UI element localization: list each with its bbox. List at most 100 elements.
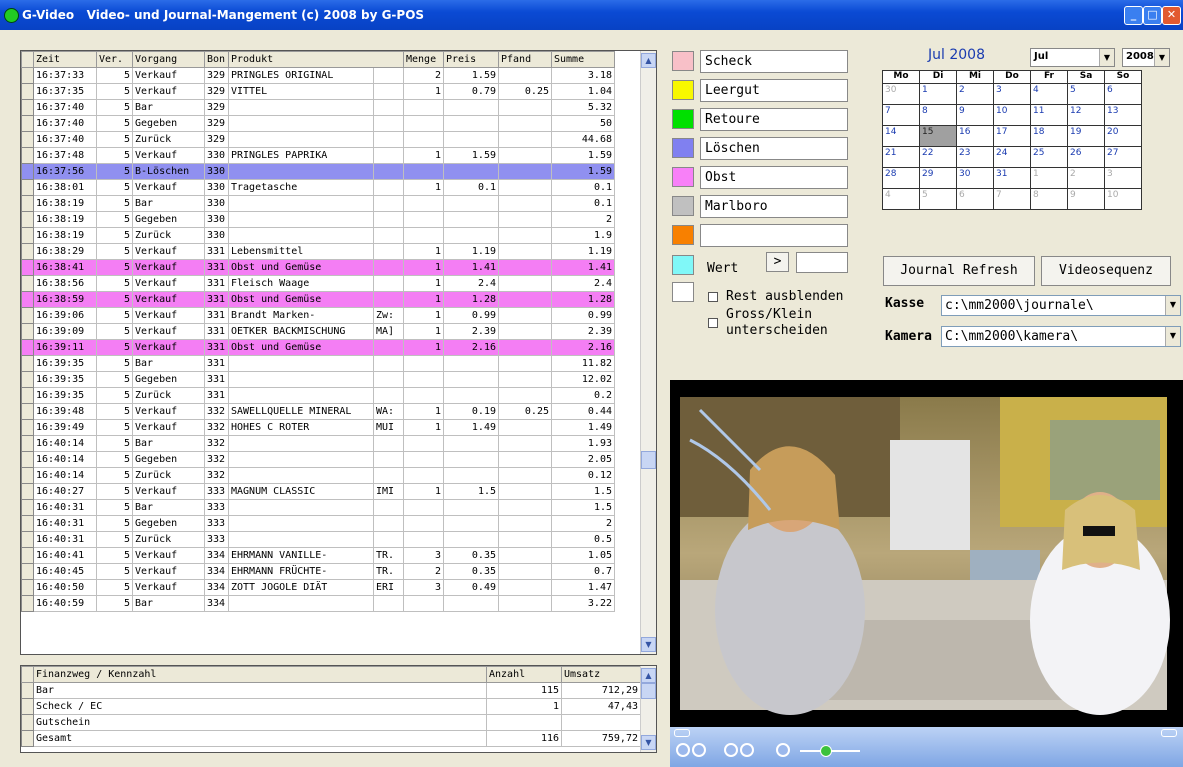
table-row[interactable]: 16:38:01 5 Verkauf 330 Tragetasche 1 0.1 0.1 (21, 179, 615, 196)
calendar-day[interactable]: 17 (993, 125, 1031, 147)
filter-color-swatch[interactable] (672, 51, 694, 71)
kamera-path-combo[interactable]: C:\mm2000\kamera\ ▼ (941, 326, 1181, 347)
table-row[interactable]: 16:40:50 5 Verkauf 334 ZOTT JOGOLE DIÄT ERI 3 0… (21, 579, 615, 596)
scroll-down-icon[interactable]: ▼ (641, 637, 656, 652)
table-row[interactable]: 16:40:14 5 Bar 332 1.93 (21, 435, 615, 452)
filter-field[interactable]: Marlboro (700, 195, 848, 218)
calendar-day[interactable]: 31 (993, 167, 1031, 189)
summary-row[interactable]: Gutschein (21, 714, 641, 731)
col-vorgang[interactable]: Vorgang (132, 51, 205, 68)
minimize-button[interactable]: _ (1124, 6, 1143, 25)
table-row[interactable]: 16:37:33 5 Verkauf 329 PRINGLES ORIGINAL 2 1.5… (21, 67, 615, 84)
calendar-day[interactable]: 24 (993, 146, 1031, 168)
seek-start-handle[interactable] (674, 729, 690, 737)
calendar-grid[interactable]: Mo Di Mi Do Fr Sa So 30 1 2 3 4 5 6 7 8 9 10 11 12 13 14 15 16 1… (882, 70, 1142, 210)
wert-compare-button[interactable]: > (766, 252, 789, 272)
table-row[interactable]: 16:40:31 5 Zurück 333 0.5 (21, 531, 615, 548)
chevron-down-icon[interactable]: ▼ (1165, 327, 1180, 346)
calendar-day[interactable]: 16 (956, 125, 994, 147)
table-row[interactable]: 16:39:48 5 Verkauf 332 SAWELLQUELLE MINERAL W… (21, 403, 615, 420)
calendar-day[interactable]: 5 (919, 188, 957, 210)
calendar-day[interactable]: 20 (1104, 125, 1142, 147)
table-row[interactable]: 16:37:40 5 Gegeben 329 50 (21, 115, 615, 132)
scroll-thumb[interactable] (641, 451, 656, 469)
summary-row[interactable]: Bar 115 712,29 (21, 682, 641, 699)
table-row[interactable]: 16:38:19 5 Gegeben 330 2 (21, 211, 615, 228)
journal-refresh-button[interactable]: Journal Refresh (883, 256, 1035, 286)
calendar-day[interactable]: 18 (1030, 125, 1068, 147)
year-select[interactable]: 2008 ▼ (1122, 48, 1170, 67)
filter-field[interactable]: Leergut (700, 79, 848, 102)
journal-scrollbar[interactable]: ▲ ▼ (640, 51, 656, 654)
table-row[interactable]: 16:40:14 5 Gegeben 332 2.05 (21, 451, 615, 468)
filter-field[interactable]: Scheck (700, 50, 848, 73)
calendar-day[interactable]: 10 (993, 104, 1031, 126)
table-row[interactable]: 16:39:35 5 Bar 331 11.82 (21, 355, 615, 372)
table-row[interactable]: 16:40:14 5 Zurück 332 0.12 (21, 467, 615, 484)
calendar-day[interactable]: 8 (919, 104, 957, 126)
calendar-day[interactable]: 3 (993, 83, 1031, 105)
col-zeit[interactable]: Zeit (33, 51, 97, 68)
calendar-day[interactable]: 19 (1067, 125, 1105, 147)
calendar-day[interactable]: 5 (1067, 83, 1105, 105)
calendar-day[interactable]: 29 (919, 167, 957, 189)
calendar-day[interactable]: 23 (956, 146, 994, 168)
rewind-icon[interactable] (724, 743, 738, 757)
table-row[interactable]: 16:38:29 5 Verkauf 331 Lebensmittel 1 1.19 1.19 (21, 243, 615, 260)
calendar-day[interactable]: 7 (882, 104, 920, 126)
video-player[interactable] (670, 380, 1183, 730)
stop-icon[interactable] (692, 743, 706, 757)
col-summe[interactable]: Summe (551, 51, 615, 68)
calendar-day[interactable]: 28 (882, 167, 920, 189)
calendar-day[interactable]: 8 (1030, 188, 1068, 210)
calendar-day[interactable]: 22 (919, 146, 957, 168)
calendar-day[interactable]: 9 (1067, 188, 1105, 210)
scroll-up-icon[interactable]: ▲ (641, 668, 656, 683)
table-row[interactable]: 16:39:11 5 Verkauf 331 Obst und Gemüse 1 2.16 2… (21, 339, 615, 356)
summary-scrollbar[interactable]: ▲ ▼ (640, 666, 656, 752)
table-row[interactable]: 16:40:27 5 Verkauf 333 MAGNUM CLASSIC IMI 1 1.5… (21, 483, 615, 500)
table-row[interactable]: 16:37:56 5 B-Löschen 330 1.59 (21, 163, 615, 180)
filter-field[interactable]: Löschen (700, 137, 848, 160)
videosequenz-button[interactable]: Videosequenz (1041, 256, 1171, 286)
filter-color-swatch[interactable] (672, 138, 694, 158)
calendar-day[interactable]: 14 (882, 125, 920, 147)
calendar-day[interactable]: 26 (1067, 146, 1105, 168)
calendar-day[interactable]: 1 (919, 83, 957, 105)
calendar-day[interactable]: 9 (956, 104, 994, 126)
table-row[interactable]: 16:40:31 5 Gegeben 333 2 (21, 515, 615, 532)
filter-color-swatch[interactable] (672, 225, 694, 245)
table-row[interactable]: 16:37:40 5 Bar 329 5.32 (21, 99, 615, 116)
table-row[interactable]: 16:40:41 5 Verkauf 334 EHRMANN VANILLE- TR. 3 0… (21, 547, 615, 564)
filter-color-swatch[interactable] (672, 167, 694, 187)
maximize-button[interactable]: □ (1143, 6, 1162, 25)
col-umsatz[interactable]: Umsatz (561, 666, 641, 683)
filter-color-swatch[interactable] (672, 80, 694, 100)
month-select[interactable]: Jul ▼ (1030, 48, 1115, 67)
calendar-day[interactable]: 4 (1030, 83, 1068, 105)
calendar-day[interactable]: 7 (993, 188, 1031, 210)
table-row[interactable]: 16:39:06 5 Verkauf 331 Brandt Marken- Zw: 1 0.9… (21, 307, 615, 324)
table-row[interactable]: 16:39:09 5 Verkauf 331 OETKER BACKMISCHUNG MA… (21, 323, 615, 340)
col-pfand[interactable]: Pfand (498, 51, 552, 68)
table-row[interactable]: 16:40:31 5 Bar 333 1.5 (21, 499, 615, 516)
blank-color-swatch[interactable] (672, 282, 694, 302)
col-menge[interactable]: Menge (403, 51, 444, 68)
calendar-day[interactable]: 30 (882, 83, 920, 105)
calendar-day[interactable]: 13 (1104, 104, 1142, 126)
journal-grid[interactable]: Zeit Ver. Vorgang Bon Produkt Menge Prei… (20, 50, 657, 655)
rest-ausblenden-checkbox[interactable] (708, 292, 718, 302)
calendar-day-selected[interactable]: 15 (919, 125, 957, 147)
scroll-thumb[interactable] (641, 683, 656, 699)
wert-input[interactable] (796, 252, 848, 273)
calendar-day[interactable]: 4 (882, 188, 920, 210)
col-finanzweg[interactable]: Finanzweg / Kennzahl (33, 666, 487, 683)
table-row[interactable]: 16:40:45 5 Verkauf 334 EHRMANN FRÜCHTE- TR. 2 0… (21, 563, 615, 580)
col-anzahl[interactable]: Anzahl (486, 666, 562, 683)
volume-slider-knob[interactable] (820, 745, 832, 757)
summary-row[interactable]: Scheck / EC 1 47,43 (21, 698, 641, 715)
calendar-day[interactable]: 2 (1067, 167, 1105, 189)
scroll-down-icon[interactable]: ▼ (641, 735, 656, 750)
seek-end-handle[interactable] (1161, 729, 1177, 737)
table-row[interactable]: 16:38:19 5 Bar 330 0.1 (21, 195, 615, 212)
